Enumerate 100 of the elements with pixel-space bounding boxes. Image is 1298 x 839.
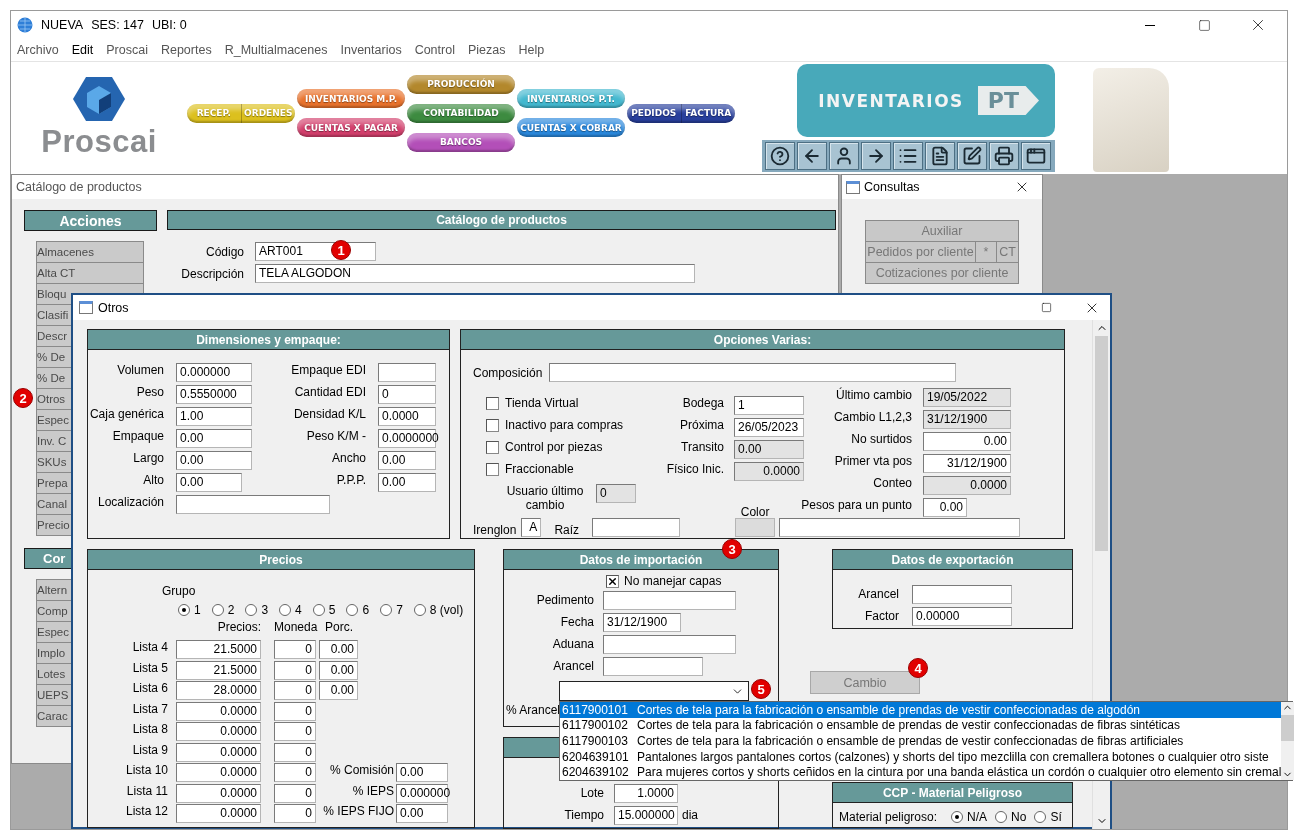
text-field[interactable]: 0 bbox=[274, 722, 316, 741]
radio-button[interactable] bbox=[346, 604, 359, 616]
checkbox[interactable] bbox=[486, 441, 499, 454]
toolbar-button[interactable] bbox=[765, 142, 795, 170]
text-field[interactable]: 21.5000 bbox=[176, 640, 261, 659]
text-field[interactable]: 1.00 bbox=[176, 407, 252, 426]
checkbox[interactable] bbox=[486, 397, 499, 410]
text-field[interactable]: 0.00000 bbox=[912, 606, 1012, 626]
field-label: Volumen bbox=[116, 363, 164, 377]
text-field[interactable]: 0.0000 bbox=[176, 804, 261, 823]
action-item[interactable]: Alta CT bbox=[36, 262, 144, 284]
text-field[interactable] bbox=[176, 495, 330, 514]
text-field[interactable]: 26/05/2023 bbox=[734, 418, 804, 437]
text-field[interactable]: 0 bbox=[274, 763, 316, 782]
text-field[interactable]: TELA ALGODON bbox=[255, 264, 695, 283]
text-field[interactable]: 31/12/1900 bbox=[603, 612, 681, 632]
module-button[interactable]: FACTURA bbox=[680, 103, 735, 123]
text-field[interactable]: 0.00 bbox=[923, 432, 1011, 451]
text-field[interactable]: 0.0000 bbox=[176, 763, 261, 782]
toolbar-button[interactable] bbox=[797, 142, 827, 170]
text-field[interactable] bbox=[603, 590, 736, 610]
text-field[interactable] bbox=[549, 363, 956, 382]
text-field[interactable]: A bbox=[521, 518, 542, 537]
text-field[interactable]: 28.0000 bbox=[176, 681, 261, 700]
toolbar-button[interactable] bbox=[829, 142, 859, 170]
radio-button[interactable] bbox=[245, 604, 258, 616]
text-field[interactable] bbox=[603, 656, 703, 676]
text-field[interactable]: 0.00 bbox=[378, 451, 436, 470]
text-field[interactable]: 0.00 bbox=[176, 473, 242, 492]
toolbar-button[interactable] bbox=[1021, 142, 1051, 170]
text-field[interactable]: 31/12/1900 bbox=[923, 454, 1011, 473]
text-field[interactable]: 0 bbox=[274, 640, 316, 659]
text-field[interactable]: 0.00 bbox=[319, 640, 358, 659]
toolbar-button[interactable] bbox=[957, 142, 987, 170]
text-field[interactable]: 1 bbox=[734, 396, 804, 415]
checkbox[interactable] bbox=[486, 419, 499, 432]
section-header: Catálogo de productos bbox=[167, 210, 836, 230]
text-field[interactable]: 0.0000 bbox=[176, 783, 261, 803]
radio-button[interactable] bbox=[279, 604, 292, 616]
text-field[interactable]: 1.0000 bbox=[614, 783, 678, 803]
tariff-dropdown[interactable] bbox=[559, 681, 749, 701]
field-label: Fecha bbox=[559, 615, 594, 629]
text-field[interactable]: 0.0000 bbox=[176, 701, 261, 721]
radio-button[interactable] bbox=[312, 604, 325, 616]
toolbar-button[interactable] bbox=[989, 142, 1019, 170]
text-field[interactable]: 0.00 bbox=[396, 763, 448, 782]
scrollbar[interactable] bbox=[1281, 702, 1295, 780]
module-button[interactable]: BANCOS bbox=[407, 132, 515, 152]
menu-item[interactable]: Edit bbox=[71, 43, 94, 57]
radio-button[interactable] bbox=[413, 604, 426, 616]
text-field[interactable]: 0 bbox=[274, 701, 316, 721]
checkbox[interactable] bbox=[606, 575, 619, 588]
dropdown-option[interactable]: 6117900101 Cortes de tela para la fabricación o ensamble de prendas de vestir confeccionadas de algodón bbox=[560, 702, 1282, 718]
action-item[interactable]: Almacenes bbox=[36, 241, 144, 263]
field-label: Tiempo bbox=[563, 808, 604, 822]
field-label: Próxima bbox=[679, 418, 724, 432]
radio-button[interactable] bbox=[995, 811, 1008, 823]
text-field[interactable]: 21.5000 bbox=[176, 660, 261, 680]
text-field[interactable]: 0 bbox=[274, 742, 316, 762]
text-field[interactable]: 0 bbox=[274, 804, 316, 823]
text-field[interactable]: 0.0000 bbox=[176, 722, 261, 741]
text-field[interactable]: 0.000000 bbox=[396, 783, 448, 803]
checkbox[interactable] bbox=[486, 463, 499, 476]
module-button[interactable]: CONTABILIDAD bbox=[407, 103, 515, 123]
text-field[interactable]: 0.00 bbox=[396, 804, 448, 823]
radio-button[interactable] bbox=[1034, 811, 1047, 823]
text-field[interactable]: 0.00 bbox=[176, 451, 252, 470]
text-field[interactable]: 0.00 bbox=[923, 498, 967, 517]
field-label: Pesos para un punto bbox=[801, 498, 912, 512]
text-field[interactable]: 0 bbox=[274, 783, 316, 803]
text-field[interactable]: 0.0000 bbox=[378, 407, 436, 426]
text-field[interactable]: 0.00 bbox=[378, 473, 436, 492]
text-field[interactable] bbox=[378, 363, 436, 382]
text-field[interactable] bbox=[592, 518, 681, 537]
field-label: Último cambio bbox=[835, 388, 912, 402]
text-field[interactable]: 0 bbox=[274, 660, 316, 680]
text-field[interactable] bbox=[912, 584, 1012, 604]
radio-button[interactable] bbox=[211, 604, 224, 616]
module-button[interactable]: CUENTAS X COBRAR bbox=[517, 118, 625, 137]
module-button[interactable]: PEDIDOS bbox=[627, 103, 681, 123]
text-field[interactable]: 0.00 bbox=[176, 429, 252, 448]
toolbar-button[interactable] bbox=[893, 142, 923, 170]
text-field[interactable]: 0.000000 bbox=[176, 363, 252, 382]
radio-button[interactable] bbox=[951, 811, 964, 823]
text-field[interactable]: ART001 1 bbox=[255, 242, 376, 261]
text-field[interactable]: 0.5550000 bbox=[176, 385, 252, 404]
radio-button[interactable] bbox=[380, 604, 393, 616]
text-field[interactable]: 15.000000 bbox=[614, 805, 678, 825]
text-field[interactable]: 0 bbox=[274, 681, 316, 700]
dropdown-option[interactable]: 6204639102 Para mujeres cortos y shorts ceñidos en la cintura por una banda elástica un cordón o cualquier otro elemento sin cremal bbox=[560, 764, 1282, 780]
toolbar-button[interactable] bbox=[861, 142, 891, 170]
text-field[interactable] bbox=[779, 518, 1021, 537]
radio-button[interactable] bbox=[178, 604, 190, 616]
text-field[interactable]: 0 bbox=[378, 385, 436, 404]
text-field[interactable] bbox=[603, 634, 736, 654]
text-field[interactable]: 0.00 bbox=[319, 681, 358, 700]
text-field[interactable]: 0.0000 bbox=[176, 742, 261, 762]
module-button[interactable]: CUENTAS X PAGAR bbox=[297, 118, 405, 137]
text-field[interactable]: 0.00 bbox=[319, 660, 358, 680]
toolbar-button[interactable] bbox=[925, 142, 955, 170]
